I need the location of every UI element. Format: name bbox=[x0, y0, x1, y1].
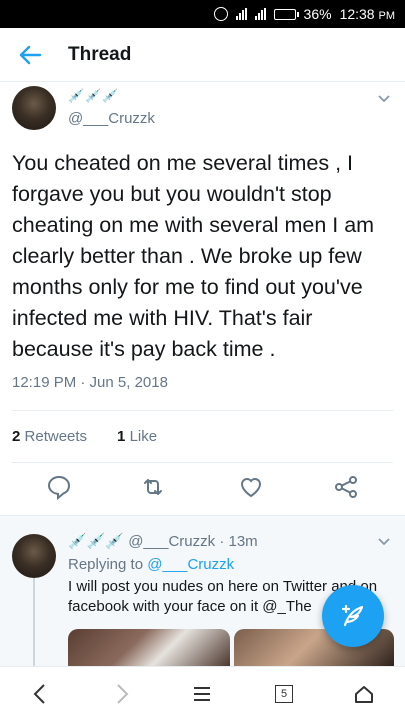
alarm-icon bbox=[213, 7, 228, 21]
nav-forward-icon[interactable] bbox=[108, 680, 136, 708]
like-icon[interactable] bbox=[238, 474, 264, 500]
compose-tweet-button[interactable] bbox=[322, 585, 384, 647]
menu-icon[interactable] bbox=[188, 680, 216, 708]
nav-back-icon[interactable] bbox=[26, 680, 54, 708]
tweet-stats: 2 Retweets 1 Like bbox=[12, 428, 157, 445]
page-title: Thread bbox=[68, 43, 132, 65]
chevron-down-icon[interactable] bbox=[377, 92, 391, 106]
battery-icon bbox=[273, 8, 299, 20]
reply-avatar[interactable] bbox=[12, 534, 56, 578]
app-bar: Thread bbox=[0, 28, 405, 82]
name-emojis: 💉💉💉 bbox=[68, 88, 120, 103]
battery-percent: 36% bbox=[303, 6, 332, 22]
replying-to: Replying to @___Cruzzk bbox=[68, 556, 235, 573]
browser-nav-bar: 5 bbox=[0, 666, 405, 720]
avatar[interactable] bbox=[12, 86, 56, 130]
divider bbox=[12, 462, 393, 463]
user-handle[interactable]: @___Cruzzk bbox=[68, 110, 155, 127]
tabs-button[interactable]: 5 bbox=[270, 680, 298, 708]
tweet-actions bbox=[0, 474, 405, 500]
retweets-stat[interactable]: 2 Retweets bbox=[12, 428, 87, 445]
tweet-text: You cheated on me several times , I forg… bbox=[12, 151, 375, 361]
reply-icon[interactable] bbox=[46, 474, 72, 500]
retweet-icon[interactable] bbox=[140, 474, 166, 500]
replying-to-handle[interactable]: @___Cruzzk bbox=[147, 556, 234, 573]
reply-handle[interactable]: @___Cruzzk bbox=[128, 533, 215, 550]
reply-chevron-down-icon[interactable] bbox=[377, 535, 391, 549]
reply-time: · 13m bbox=[219, 533, 258, 550]
share-icon[interactable] bbox=[333, 474, 359, 500]
media-image-1[interactable] bbox=[68, 629, 230, 667]
signal-icon bbox=[235, 8, 247, 20]
likes-stat[interactable]: 1 Like bbox=[117, 428, 157, 445]
signal-icon-2 bbox=[254, 8, 266, 20]
clock: 12:38 PM bbox=[339, 6, 395, 22]
back-arrow-icon[interactable] bbox=[18, 43, 42, 67]
thread-line bbox=[33, 578, 35, 678]
reply-meta: 💉💉💉 @___Cruzzk · 13m bbox=[68, 533, 258, 550]
tweet-timestamp: 12:19 PM · Jun 5, 2018 bbox=[12, 374, 168, 391]
compose-feather-icon bbox=[341, 604, 364, 627]
status-bar: 36% 12:38 PM bbox=[0, 0, 405, 28]
tab-count: 5 bbox=[275, 685, 293, 703]
home-icon[interactable] bbox=[350, 680, 378, 708]
divider bbox=[12, 410, 393, 411]
